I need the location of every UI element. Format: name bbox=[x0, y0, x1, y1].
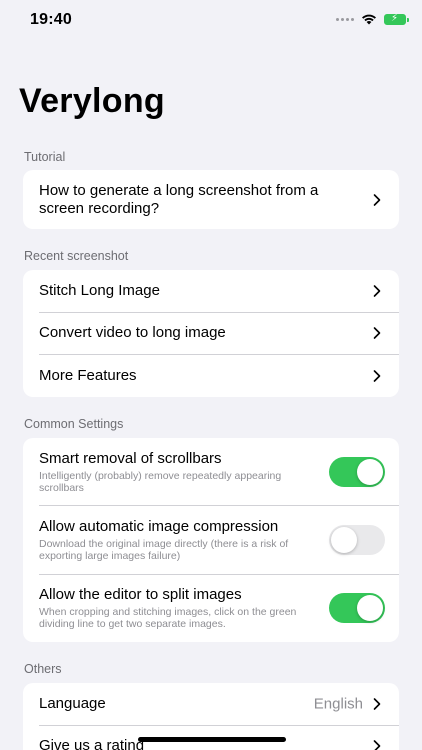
rate-us-label: Give us a rating bbox=[39, 737, 145, 750]
toggle-knob bbox=[357, 595, 383, 621]
setting-subtitle: Intelligently (probably) remove repeated… bbox=[39, 469, 282, 494]
section-header-recent: Recent screenshot bbox=[24, 249, 129, 263]
menu-item-convert-video[interactable]: Convert video to long image bbox=[23, 312, 399, 354]
toggle-knob bbox=[331, 526, 357, 553]
language-label: Language bbox=[39, 695, 106, 712]
page-title: Verylong bbox=[19, 82, 166, 120]
chevron-right-icon bbox=[373, 698, 381, 710]
battery-charging-icon: ⚡ bbox=[384, 13, 409, 25]
tutorial-card: How to generate a long screenshot from a… bbox=[23, 170, 399, 229]
home-indicator[interactable] bbox=[138, 737, 286, 742]
auto-compression-toggle[interactable] bbox=[329, 524, 385, 555]
smart-scrollbar-toggle[interactable] bbox=[329, 456, 385, 487]
menu-item-more-features[interactable]: More Features bbox=[23, 354, 399, 397]
setting-text: Smart removal of scrollbars Intelligentl… bbox=[39, 450, 319, 494]
setting-subtitle: When cropping and stitching images, clic… bbox=[39, 606, 297, 630]
setting-auto-compression: Allow automatic image compression Downlo… bbox=[23, 505, 399, 574]
chevron-right-icon bbox=[373, 285, 381, 297]
chevron-right-icon bbox=[373, 369, 381, 382]
status-icons: ⚡ bbox=[336, 13, 409, 25]
menu-item-label: More Features bbox=[39, 366, 137, 384]
settings-card: Smart removal of scrollbars Intelligentl… bbox=[23, 438, 399, 642]
section-header-common-settings: Common Settings bbox=[24, 417, 124, 431]
status-time: 19:40 bbox=[30, 11, 72, 28]
tutorial-item-label: How to generate a long screenshot from a… bbox=[39, 181, 319, 217]
section-header-others: Others bbox=[24, 662, 62, 676]
setting-smart-scrollbar-removal: Smart removal of scrollbars Intelligentl… bbox=[23, 438, 399, 505]
chevron-right-icon bbox=[373, 193, 381, 206]
menu-item-stitch-long-image[interactable]: Stitch Long Image bbox=[23, 270, 399, 312]
setting-text: Allow automatic image compression Downlo… bbox=[39, 518, 319, 562]
wifi-icon bbox=[362, 14, 376, 25]
menu-item-label: Stitch Long Image bbox=[39, 282, 160, 299]
setting-title: Allow automatic image compression bbox=[39, 517, 279, 535]
setting-editor-split-images: Allow the editor to split images When cr… bbox=[23, 574, 399, 642]
cellular-signal-icon bbox=[336, 17, 354, 21]
setting-text: Allow the editor to split images When cr… bbox=[39, 586, 319, 630]
language-row[interactable]: Language English bbox=[23, 683, 399, 725]
recent-card: Stitch Long Image Convert video to long … bbox=[23, 270, 399, 397]
setting-title: Allow the editor to split images bbox=[39, 586, 242, 603]
menu-item-label: Convert video to long image bbox=[39, 324, 226, 341]
tutorial-item[interactable]: How to generate a long screenshot from a… bbox=[23, 170, 399, 229]
language-value: English bbox=[313, 695, 363, 713]
status-bar: 19:40 ⚡ bbox=[0, 0, 422, 44]
split-images-toggle[interactable] bbox=[329, 593, 385, 623]
chevron-right-icon bbox=[373, 327, 381, 339]
section-header-tutorial: Tutorial bbox=[24, 150, 66, 164]
toggle-knob bbox=[357, 458, 383, 485]
setting-subtitle: Download the original image directly (th… bbox=[39, 537, 289, 562]
chevron-right-icon bbox=[373, 740, 381, 750]
setting-title: Smart removal of scrollbars bbox=[39, 449, 222, 467]
